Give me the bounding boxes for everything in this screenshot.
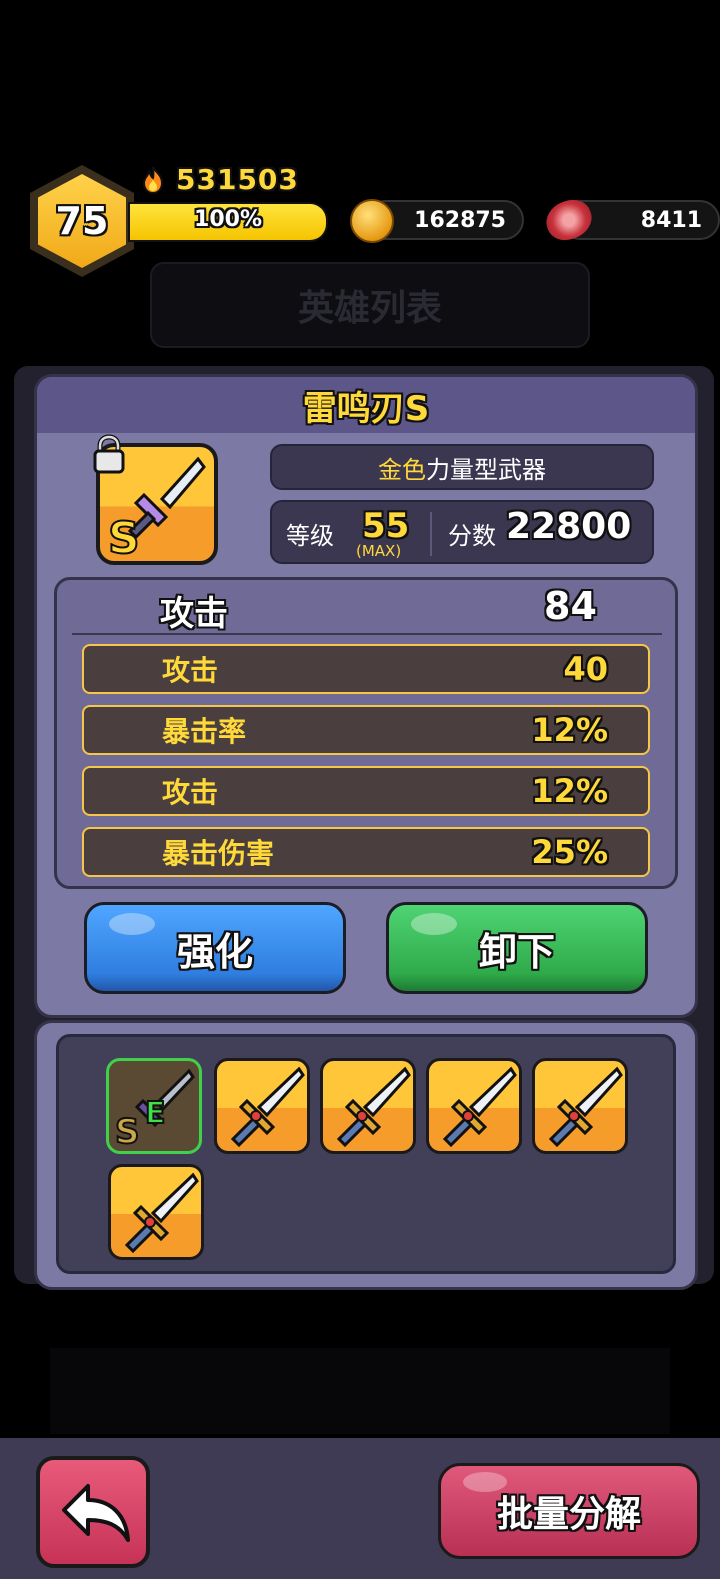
meat-value: 8411 [640, 207, 702, 233]
power-value: 531503 [176, 163, 299, 196]
batch-dismantle-button[interactable]: 批量分解 [438, 1463, 700, 1559]
inventory-slot[interactable] [320, 1058, 416, 1154]
main-stat-label: 攻击 [160, 594, 228, 634]
stat-value: 12% [531, 772, 608, 810]
divider [430, 512, 432, 556]
badge-letter: S [108, 513, 140, 561]
equipped-badge: E [145, 1096, 166, 1131]
inventory-slot[interactable] [532, 1058, 628, 1154]
sword-icon: S E [114, 1068, 195, 1151]
unequip-button[interactable]: 卸下 [386, 902, 648, 994]
inventory-slot[interactable] [108, 1164, 204, 1260]
coin-value: 162875 [414, 207, 506, 233]
level-value: 55 [362, 506, 410, 546]
stat-row: 暴击伤害 25% [82, 827, 650, 877]
sword-icon [124, 1172, 199, 1254]
xp-bar: 100% [128, 202, 328, 242]
item-type: 金色 力量型武器 [270, 444, 654, 490]
sword-icon [442, 1066, 517, 1148]
inventory-slot[interactable] [214, 1058, 310, 1154]
xp-percent: 100% [194, 207, 262, 232]
stat-row: 暴击率 12% [82, 705, 650, 755]
stat-label: 攻击 [162, 776, 219, 809]
score-value: 22800 [506, 506, 632, 547]
sword-icon [230, 1066, 305, 1148]
coin-icon [350, 199, 394, 243]
badge-letter: S [115, 1112, 140, 1151]
inventory-slot-equipped[interactable]: S E [106, 1058, 202, 1154]
button-shine [109, 913, 155, 935]
stat-value: 12% [531, 711, 608, 749]
stat-divider [72, 633, 662, 635]
sword-icon [336, 1066, 411, 1148]
stat-label: 攻击 [162, 654, 219, 687]
item-rarity: 金色 [378, 455, 426, 484]
level-score-pill: 等级 55 (MAX) 分数 22800 [270, 500, 654, 564]
flame-icon [142, 166, 164, 194]
inventory-slot[interactable] [426, 1058, 522, 1154]
back-button[interactable] [36, 1456, 150, 1568]
stat-row: 攻击 40 [82, 644, 650, 694]
score-label: 分数 [448, 522, 496, 550]
button-shine [463, 1472, 507, 1492]
enhance-button[interactable]: 强化 [84, 902, 346, 994]
item-type-label: 力量型武器 [426, 455, 546, 484]
stat-row: 攻击 12% [82, 766, 650, 816]
item-name: 雷鸣刃S [37, 377, 695, 433]
stat-value: 25% [531, 833, 608, 871]
sword-icon [548, 1066, 623, 1148]
main-stat-value: 84 [544, 584, 597, 628]
stat-label: 暴击伤害 [162, 837, 275, 870]
back-arrow-icon [62, 1484, 130, 1542]
button-shine [411, 913, 457, 935]
enhance-label: 强化 [176, 929, 253, 974]
background-hero-row [50, 1348, 670, 1434]
background-title: 英雄列表 [150, 262, 590, 348]
level-label: 等级 [286, 522, 334, 550]
level-max: (MAX) [356, 542, 402, 560]
batch-dismantle-label: 批量分解 [496, 1494, 641, 1535]
stat-label: 暴击率 [162, 715, 247, 748]
lock-icon[interactable] [90, 434, 128, 474]
stat-value: 40 [563, 650, 608, 688]
unequip-label: 卸下 [478, 929, 555, 974]
